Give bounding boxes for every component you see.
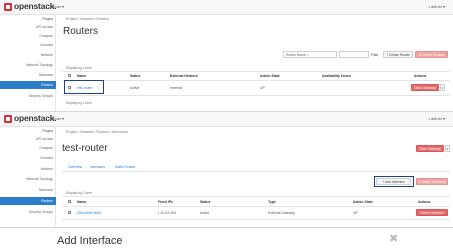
select-all-checkbox[interactable]	[68, 200, 71, 203]
sidebar: Project API Access Compute Volumes Netwo…	[0, 127, 56, 227]
top-navbar: openstack. admin ▾ • admin ▾	[0, 0, 453, 15]
interface-type: External Gateway	[268, 211, 295, 215]
delete-interfaces-button[interactable]: ✕ Delete Interfaces	[416, 178, 448, 185]
filter-input[interactable]	[339, 51, 369, 58]
column-header-availability-zones[interactable]: Availability Zones	[322, 74, 351, 78]
sidebar-item-security-groups[interactable]: Security Groups	[0, 92, 56, 100]
page-title: test-router	[62, 143, 108, 154]
table-header-border	[62, 80, 450, 81]
create-router-button[interactable]: + Create Router	[383, 51, 413, 58]
sidebar-item-network[interactable]: Network	[0, 165, 56, 173]
openstack-logo-icon[interactable]	[4, 3, 12, 11]
tab-overview[interactable]: Overview	[68, 165, 82, 169]
column-header-status[interactable]: Status	[130, 74, 140, 78]
tabs-border	[62, 171, 450, 172]
column-header-name[interactable]: Name	[77, 200, 86, 204]
column-header-name[interactable]: Name	[77, 74, 86, 78]
sidebar-item-project[interactable]: Project	[0, 15, 56, 23]
column-header-actions: Actions	[418, 200, 431, 204]
close-icon[interactable]: ✖	[389, 232, 398, 245]
sidebar-item-volumes[interactable]: Volumes	[0, 154, 56, 162]
filter-select[interactable]: Router Name =	[283, 51, 337, 58]
sidebar-item-project[interactable]: Project	[0, 127, 56, 135]
tab-interfaces[interactable]: Interfaces	[90, 165, 105, 169]
delete-interface-button[interactable]: Delete Interface	[416, 209, 448, 216]
router-detail-panel: openstack. admin ▾ • admin ▾ Project API…	[0, 111, 453, 227]
item-count: Displaying 1 item	[66, 66, 92, 70]
tab-static-routes[interactable]: Static Routes	[115, 165, 135, 169]
project-selector[interactable]: admin ▾	[50, 4, 64, 9]
sidebar-item-api-access[interactable]: API Access	[0, 23, 56, 31]
column-header-admin-state[interactable]: Admin State	[353, 200, 373, 204]
router-external-network: external	[170, 86, 183, 90]
sidebar: Project API Access Compute Volumes Netwo…	[0, 15, 56, 111]
router-name-highlight	[64, 80, 104, 94]
sidebar-item-networks[interactable]: Networks	[0, 71, 56, 79]
row-checkbox[interactable]	[68, 211, 71, 214]
item-count: Displaying 1 item	[66, 191, 92, 195]
sidebar-item-security-groups[interactable]: Security Groups	[0, 208, 56, 216]
sidebar-item-network-topology[interactable]: Network Topology	[0, 175, 56, 183]
add-interface-modal: Add Interface ✖	[0, 227, 453, 248]
routers-list-panel: openstack. admin ▾ • admin ▾ Project API…	[0, 0, 453, 111]
header-actions-dropdown[interactable]: ▾	[445, 145, 450, 152]
row-actions-dropdown[interactable]: ▾	[440, 84, 445, 91]
interface-fixed-ips: • 10.0.0.254	[158, 211, 177, 215]
interface-status: Active	[200, 211, 210, 215]
modal-title: Add Interface	[57, 235, 123, 247]
chevron-down-icon: ▾	[446, 147, 449, 151]
interface-name-link[interactable]: (35cc3fdd-9bf0)	[77, 211, 101, 215]
sidebar-item-networks[interactable]: Networks	[0, 186, 56, 194]
user-menu[interactable]: • admin ▾	[428, 4, 445, 9]
item-count-footer: Displaying 1 item	[66, 101, 92, 105]
router-availability-zones: -	[322, 86, 324, 90]
sidebar-item-api-access[interactable]: API Access	[0, 135, 56, 143]
breadcrumb[interactable]: Project / Network / Routers	[66, 17, 109, 21]
column-header-actions: Actions	[414, 74, 427, 78]
column-header-external-network[interactable]: External Network	[170, 74, 198, 78]
openstack-logo-icon[interactable]	[4, 115, 12, 123]
table-bottom-border	[62, 95, 450, 96]
table-top-border	[62, 196, 450, 197]
clear-gateway-button[interactable]: Clear Gateway	[416, 145, 444, 152]
filter-button[interactable]: Filter	[371, 53, 379, 57]
top-navbar: openstack. admin ▾ • admin ▾	[0, 112, 453, 127]
column-header-type[interactable]: Type	[268, 200, 276, 204]
sidebar-item-volumes[interactable]: Volumes	[0, 41, 56, 49]
interface-admin-state: UP	[353, 211, 358, 215]
table-bottom-border	[62, 219, 450, 220]
sidebar-item-routers[interactable]: Routers	[0, 197, 56, 205]
sidebar-item-network[interactable]: Network	[0, 51, 56, 59]
add-interface-highlight	[374, 176, 414, 187]
page-title: Routers	[63, 26, 99, 37]
sidebar-item-compute[interactable]: Compute	[0, 32, 56, 40]
delete-routers-button[interactable]: ✕ Delete Routers	[415, 51, 448, 58]
clear-gateway-button[interactable]: Clear Gateway	[411, 84, 439, 91]
column-header-admin-state[interactable]: Admin State	[260, 74, 280, 78]
select-all-checkbox[interactable]	[68, 74, 71, 77]
sidebar-item-routers[interactable]: Routers	[0, 81, 56, 89]
chevron-down-icon: ▾	[441, 86, 444, 90]
user-menu[interactable]: • admin ▾	[428, 116, 445, 121]
table-header-border	[62, 206, 450, 207]
column-header-fixed-ips[interactable]: Fixed IPs	[158, 200, 173, 204]
column-header-status[interactable]: Status	[200, 200, 210, 204]
project-selector[interactable]: admin ▾	[50, 116, 64, 121]
sidebar-item-compute[interactable]: Compute	[0, 144, 56, 152]
router-status: Active	[130, 86, 140, 90]
table-top-border	[62, 71, 450, 72]
sidebar-item-network-topology[interactable]: Network Topology	[0, 61, 56, 69]
breadcrumb[interactable]: Project / Network / Routers / test-route…	[66, 130, 128, 134]
router-admin-state: UP	[260, 86, 265, 90]
